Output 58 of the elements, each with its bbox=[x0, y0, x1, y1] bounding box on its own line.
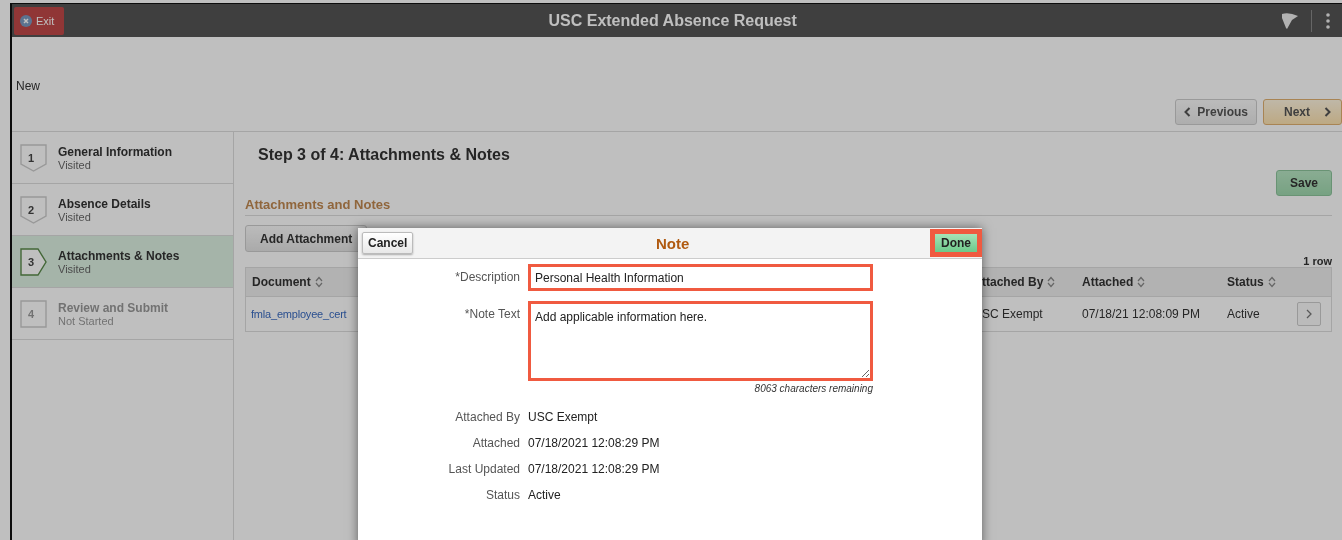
next-button[interactable]: Next bbox=[1263, 99, 1342, 125]
column-header[interactable]: Status bbox=[1221, 275, 1291, 289]
document-link[interactable]: fmla_employee_cert bbox=[246, 308, 357, 320]
field-label: *Description bbox=[454, 269, 520, 286]
field-value: USC Exempt bbox=[528, 410, 598, 424]
step-number-icon: 2 bbox=[20, 195, 48, 224]
sort-icon bbox=[314, 276, 323, 288]
page-title: USC Extended Absence Request bbox=[547, 11, 798, 30]
column-header[interactable]: ttached By bbox=[976, 275, 1076, 289]
step-number-icon: 4 bbox=[20, 299, 48, 328]
add-attachment-button[interactable]: Add Attachment bbox=[245, 225, 368, 252]
field-value: Active bbox=[528, 488, 561, 502]
step-number-icon: 3 bbox=[20, 247, 48, 276]
table-cell-text: Active bbox=[1226, 307, 1261, 321]
description-field[interactable]: Personal Health Information bbox=[528, 264, 873, 291]
save-button[interactable]: Save bbox=[1275, 170, 1332, 196]
field-label: Attached bbox=[471, 436, 520, 450]
sort-icon bbox=[1267, 276, 1276, 288]
step-item[interactable]: 1 General Information Visited bbox=[12, 132, 233, 184]
step-status: Not Started bbox=[58, 314, 115, 327]
done-button[interactable]: Done bbox=[932, 231, 980, 255]
table-cell-text: 07/18/21 12:08:09 PM bbox=[1081, 307, 1202, 321]
note-text-field[interactable]: Add applicable information here. bbox=[528, 301, 873, 381]
chevron-right-icon bbox=[1306, 309, 1312, 319]
field-value: 07/18/2021 12:08:29 PM bbox=[528, 436, 660, 450]
close-icon bbox=[20, 14, 32, 27]
chevron-left-icon bbox=[1184, 107, 1192, 117]
step-title: Step 3 of 4: Attachments & Notes bbox=[258, 146, 511, 164]
column-header[interactable]: Attached bbox=[1076, 275, 1221, 289]
field-label: Attached By bbox=[454, 410, 520, 424]
more-icon[interactable] bbox=[1326, 12, 1330, 29]
section-title: Attachments and Notes bbox=[245, 197, 1332, 216]
exit-button[interactable]: Exit bbox=[14, 6, 65, 35]
step-number-icon: 1 bbox=[20, 143, 48, 172]
step-label: General Information bbox=[58, 144, 173, 159]
dialog-title: Note bbox=[656, 234, 690, 252]
table-cell-text: SC Exempt bbox=[981, 307, 1044, 321]
step-label: Absence Details bbox=[58, 196, 151, 211]
step-status: Visited bbox=[58, 158, 92, 171]
step-label: Attachments & Notes bbox=[58, 248, 180, 263]
step-item[interactable]: 3 Attachments & Notes Visited bbox=[12, 236, 233, 288]
row-count: 1 row bbox=[1302, 255, 1332, 267]
step-status: Visited bbox=[58, 262, 92, 275]
chevron-right-icon bbox=[1324, 107, 1331, 117]
status-label: New bbox=[16, 79, 40, 93]
step-status: Visited bbox=[58, 210, 92, 223]
field-label: *Note Text bbox=[463, 306, 520, 323]
field-value: 07/18/2021 12:08:29 PM bbox=[528, 462, 660, 476]
step-label: Review and Submit bbox=[58, 300, 169, 315]
field-label: Last Updated bbox=[447, 462, 520, 476]
flag-icon[interactable] bbox=[1281, 12, 1299, 29]
column-header[interactable]: Document bbox=[246, 275, 357, 289]
sort-icon bbox=[1047, 276, 1056, 288]
sort-icon bbox=[1137, 276, 1146, 288]
characters-remaining: 8063 characters remaining bbox=[753, 383, 873, 394]
field-label: Status bbox=[484, 488, 520, 502]
cancel-button[interactable]: Cancel bbox=[362, 232, 414, 254]
previous-button[interactable]: Previous bbox=[1175, 99, 1257, 125]
